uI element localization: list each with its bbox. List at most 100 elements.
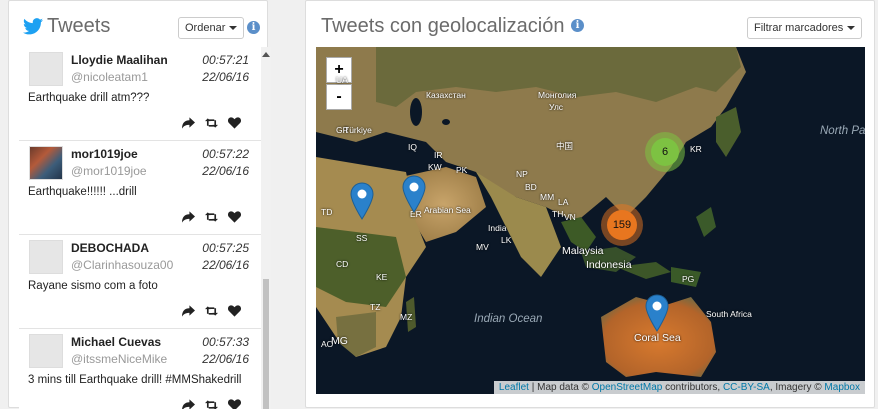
map-place-label: VN [564, 212, 576, 222]
avatar[interactable] [29, 240, 63, 274]
osm-link[interactable]: OpenStreetMap [592, 382, 663, 393]
attribution-text: , Imagery © [769, 382, 822, 393]
map-place-label: SS [356, 233, 368, 243]
tweets-title: Tweets [47, 15, 111, 37]
map-place-label: LA [558, 197, 569, 207]
map-place-label: Монголия [538, 90, 577, 100]
map-place-label: KW [428, 162, 442, 172]
map-place-label: Arabian Sea [424, 205, 471, 215]
map-place-label: Улс [549, 102, 564, 112]
tweet-author-name[interactable]: mor1019joe [71, 147, 138, 161]
chevron-down-icon [229, 26, 238, 31]
map-place-label: KE [376, 272, 388, 282]
ocean-label-indian: Indian Ocean [474, 313, 543, 325]
satellite-terrain [316, 47, 865, 394]
tweet-author-name[interactable]: Michael Cuevas [71, 335, 161, 349]
map-place-label: 中国 [556, 141, 574, 151]
tweet-author-name[interactable]: DEBOCHADA [71, 241, 149, 255]
tweet-item: Lloydie Maalihan @nicoleatam1 00:57:21 2… [19, 47, 261, 141]
map-place-label: LK [501, 235, 512, 245]
tweet-text: Earthquake!!!!!! ...drill [28, 186, 137, 198]
map-place-label: BD [525, 182, 537, 192]
map-place-label: TZ [370, 302, 381, 312]
info-icon[interactable]: i [247, 21, 260, 34]
map-place-label: South Africa [706, 309, 752, 319]
map-place-label: PK [456, 165, 468, 175]
tweet-date: 22/06/16 [202, 352, 249, 366]
mapbox-link[interactable]: Mapbox [824, 382, 860, 393]
tweet-author-handle[interactable]: @mor1019joe [71, 164, 147, 178]
map-place-label: Казахстан [426, 90, 466, 100]
tweet-text: Earthquake drill atm??? [28, 92, 150, 104]
map-place-label: India [488, 223, 507, 233]
tweet-date: 22/06/16 [202, 258, 249, 272]
filter-label: Filtrar marcadores [754, 22, 844, 34]
retweet-icon[interactable] [205, 305, 218, 317]
tweet-author-handle[interactable]: @nicoleatam1 [71, 70, 148, 84]
ocean-label-pacific: North Pacific Ocean [820, 125, 865, 137]
tweets-panel: Tweets Ordenar i Lloydie Maalihan @nicol… [8, 0, 271, 409]
reply-icon[interactable] [182, 305, 195, 317]
license-link[interactable]: CC-BY-SA [723, 382, 770, 393]
map-place-label: NP [516, 169, 528, 179]
retweet-icon[interactable] [205, 211, 218, 223]
tweet-actions [182, 117, 241, 129]
filter-markers-dropdown[interactable]: Filtrar marcadores [747, 17, 863, 39]
cluster-marker[interactable]: 159 [601, 204, 643, 246]
tweet-actions [182, 305, 241, 317]
heart-icon[interactable] [228, 211, 241, 223]
map-attribution: Leaflet | Map data © OpenStreetMap contr… [493, 381, 865, 394]
map-place-label: CD [336, 259, 349, 269]
tweet-date: 22/06/16 [202, 164, 249, 178]
tweet-time: 00:57:25 [202, 241, 249, 255]
map-place-label: PG [682, 274, 695, 284]
info-icon[interactable]: i [571, 19, 584, 32]
tweet-text: Rayane sismo com a foto [28, 280, 158, 292]
attribution-text: contributors, [665, 382, 721, 393]
sort-dropdown[interactable]: Ordenar [178, 17, 245, 39]
map-place-label: UA [336, 75, 348, 85]
map-place-label: Indonesia [586, 259, 632, 271]
tweet-text: 3 mins till Earthquake drill! #MMShakedr… [28, 374, 242, 386]
sort-label: Ordenar [185, 22, 226, 34]
tweet-time: 00:57:22 [202, 147, 249, 161]
chevron-down-icon [847, 26, 856, 31]
cluster-count: 159 [607, 210, 637, 240]
map-place-label: Malaysia [562, 245, 604, 257]
reply-icon[interactable] [182, 211, 195, 223]
zoom-out-button[interactable]: - [326, 84, 352, 110]
avatar[interactable] [29, 146, 63, 180]
map-place-label: MM [540, 192, 555, 202]
map-pin-icon[interactable] [350, 182, 374, 220]
tweet-author-handle[interactable]: @itssmeNiceMike [71, 352, 167, 366]
attribution-text: | Map data © [531, 382, 589, 393]
map-place-label: MV [476, 242, 489, 252]
tweet-author-name[interactable]: Lloydie Maalihan [71, 53, 168, 67]
geo-map[interactable]: + - North Pacific Ocean Indian Ocean UAК… [316, 47, 865, 394]
avatar[interactable] [29, 334, 63, 368]
leaflet-link[interactable]: Leaflet [499, 382, 529, 393]
reply-icon[interactable] [182, 117, 195, 129]
scroll-thumb[interactable] [263, 279, 269, 409]
retweet-icon[interactable] [205, 117, 218, 129]
scroll-up-icon[interactable] [262, 52, 270, 57]
map-place-label: MZ [400, 312, 413, 322]
twitter-bird-icon [23, 18, 43, 35]
map-title: Tweets con geolocalización [321, 15, 565, 37]
tweet-item: mor1019joe @mor1019joe 00:57:22 22/06/16… [19, 141, 261, 235]
tweet-author-handle[interactable]: @Clarinhasouza00 [71, 258, 173, 272]
tweet-scrollbar[interactable] [261, 47, 271, 409]
avatar[interactable] [29, 52, 63, 86]
map-pin-icon[interactable] [402, 175, 426, 213]
heart-icon[interactable] [228, 117, 241, 129]
tweet-actions [182, 211, 241, 223]
map-place-label: Türkiye [344, 125, 372, 135]
map-header: Tweets con geolocalización i Filtrar mar… [306, 1, 874, 45]
map-place-label: MG [331, 335, 348, 347]
cluster-marker[interactable]: 6 [645, 132, 685, 172]
tweets-header: Tweets Ordenar i [9, 1, 267, 45]
map-place-label: TD [321, 207, 333, 217]
map-pin-icon[interactable] [645, 294, 669, 332]
heart-icon[interactable] [228, 305, 241, 317]
tweet-time: 00:57:21 [202, 53, 249, 67]
